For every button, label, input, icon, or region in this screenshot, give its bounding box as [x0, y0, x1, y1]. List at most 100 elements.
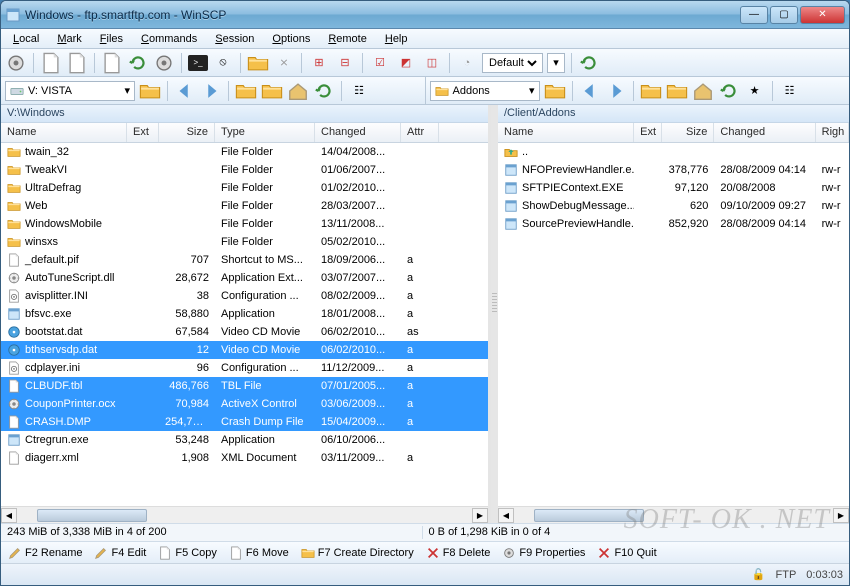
remote-drive-combo[interactable]: Addons ▾: [430, 81, 540, 101]
minimize-button[interactable]: —: [740, 6, 768, 24]
list-item[interactable]: CLBUDF.tbl486,766TBL File07/01/2005...a: [1, 377, 488, 395]
remote-back-icon[interactable]: [579, 80, 601, 102]
menu-files[interactable]: Files: [92, 31, 131, 47]
column-header-rights[interactable]: Righ: [816, 123, 849, 142]
titlebar[interactable]: Windows - ftp.smartftp.com - WinSCP — ▢ …: [1, 1, 849, 29]
list-item[interactable]: twain_32File Folder14/04/2008...: [1, 143, 488, 161]
remote-list-header[interactable]: NameExtSizeChangedRigh: [498, 123, 849, 143]
filter-icon[interactable]: ◔: [456, 52, 478, 74]
select-minus-icon[interactable]: ⊟: [334, 52, 356, 74]
pane-splitter[interactable]: [491, 105, 498, 523]
maximize-button[interactable]: ▢: [770, 6, 798, 24]
remote-refresh-icon[interactable]: [718, 80, 740, 102]
menu-remote[interactable]: Remote: [320, 31, 375, 47]
scroll-left-icon[interactable]: ◀: [498, 508, 514, 523]
remote-parent-icon[interactable]: [640, 80, 662, 102]
list-item[interactable]: WindowsMobileFile Folder13/11/2008...: [1, 215, 488, 233]
fn-create-directory[interactable]: F7 Create Directory: [298, 545, 417, 561]
menu-session[interactable]: Session: [207, 31, 262, 47]
local-drive-combo[interactable]: V: VISTA ▾: [5, 81, 135, 101]
remote-tree-icon[interactable]: ☷: [779, 80, 801, 102]
menu-commands[interactable]: Commands: [133, 31, 205, 47]
scroll-left-icon[interactable]: ◀: [1, 508, 17, 523]
local-parent-icon[interactable]: [235, 80, 257, 102]
column-header-type[interactable]: Type: [215, 123, 315, 142]
menu-local[interactable]: Local: [5, 31, 47, 47]
list-item[interactable]: CouponPrinter.ocx70,984ActiveX Control03…: [1, 395, 488, 413]
menu-options[interactable]: Options: [264, 31, 318, 47]
column-header-ext[interactable]: Ext: [634, 123, 662, 142]
terminal-icon[interactable]: >_: [188, 55, 208, 71]
column-header-name[interactable]: Name: [1, 123, 127, 142]
local-open-folder-icon[interactable]: [139, 80, 161, 102]
local-root-icon[interactable]: [261, 80, 283, 102]
fn-properties[interactable]: F9 Properties: [499, 545, 588, 561]
column-header-size[interactable]: Size: [662, 123, 715, 142]
sync-browse-icon[interactable]: [40, 52, 62, 74]
list-item[interactable]: avisplitter.INI38Configuration ...08/02/…: [1, 287, 488, 305]
column-header-size[interactable]: Size: [159, 123, 215, 142]
preferences-icon[interactable]: [153, 52, 175, 74]
local-list-header[interactable]: NameExtSizeTypeChangedAttr: [1, 123, 488, 143]
fn-quit[interactable]: F10 Quit: [594, 545, 659, 561]
list-item[interactable]: AutoTuneScript.dll28,672Application Ext.…: [1, 269, 488, 287]
list-item[interactable]: NFOPreviewHandler.e...378,77628/08/2009 …: [498, 161, 849, 179]
select-plus-icon[interactable]: ⊞: [308, 52, 330, 74]
queue-icon[interactable]: [101, 52, 123, 74]
remote-hscrollbar[interactable]: ◀ ▶: [498, 506, 849, 523]
list-item[interactable]: diagerr.xml1,908XML Document03/11/2009..…: [1, 449, 488, 467]
scroll-right-icon[interactable]: ▶: [833, 508, 849, 523]
column-header-attr[interactable]: Attr: [401, 123, 439, 142]
stop-icon[interactable]: ⦸: [212, 52, 234, 74]
compare-icon[interactable]: [578, 52, 600, 74]
list-item[interactable]: SourcePreviewHandle...852,92028/08/2009 …: [498, 215, 849, 233]
list-item[interactable]: CRASH.DMP254,721,2...Crash Dump File15/0…: [1, 413, 488, 431]
local-hscrollbar[interactable]: ◀ ▶: [1, 506, 488, 523]
fn-copy[interactable]: F5 Copy: [155, 545, 220, 561]
close-session-icon[interactable]: ⨯: [273, 52, 295, 74]
sync-remote-icon[interactable]: [66, 52, 88, 74]
close-button[interactable]: ✕: [800, 6, 845, 24]
transfer-settings-dropdown[interactable]: ▾: [547, 53, 565, 73]
fn-edit[interactable]: F4 Edit: [91, 545, 149, 561]
column-header-changed[interactable]: Changed: [315, 123, 401, 142]
list-item[interactable]: bthservsdp.dat12Video CD Movie06/02/2010…: [1, 341, 488, 359]
scroll-thumb[interactable]: [37, 509, 147, 522]
select-invert-icon[interactable]: ◩: [395, 52, 417, 74]
scroll-thumb[interactable]: [534, 509, 644, 522]
local-refresh-icon[interactable]: [313, 80, 335, 102]
fn-delete[interactable]: F8 Delete: [423, 545, 494, 561]
list-item[interactable]: UltraDefragFile Folder01/02/2010...: [1, 179, 488, 197]
remote-open-folder-icon[interactable]: [544, 80, 566, 102]
column-header-name[interactable]: Name: [498, 123, 634, 142]
list-item[interactable]: bfsvc.exe58,880Application18/01/2008...a: [1, 305, 488, 323]
local-list[interactable]: twain_32File Folder14/04/2008...TweakVIF…: [1, 143, 488, 506]
remote-bookmark-icon[interactable]: ★: [744, 80, 766, 102]
list-item[interactable]: winsxsFile Folder05/02/2010...: [1, 233, 488, 251]
menu-help[interactable]: Help: [377, 31, 416, 47]
menu-mark[interactable]: Mark: [49, 31, 89, 47]
select-check-icon[interactable]: ☑: [369, 52, 391, 74]
list-item[interactable]: SFTPIEContext.EXE97,12020/08/2008rw-r: [498, 179, 849, 197]
local-back-icon[interactable]: [174, 80, 196, 102]
list-item[interactable]: cdplayer.ini96Configuration ...11/12/200…: [1, 359, 488, 377]
scroll-right-icon[interactable]: ▶: [472, 508, 488, 523]
list-item[interactable]: _default.pif707Shortcut to MS...18/09/20…: [1, 251, 488, 269]
remote-list[interactable]: ..NFOPreviewHandler.e...378,77628/08/200…: [498, 143, 849, 506]
remote-forward-icon[interactable]: [605, 80, 627, 102]
gear-icon[interactable]: [5, 52, 27, 74]
remote-root-icon[interactable]: [666, 80, 688, 102]
transfer-icon[interactable]: [127, 52, 149, 74]
column-header-changed[interactable]: Changed: [714, 123, 815, 142]
fn-move[interactable]: F6 Move: [226, 545, 292, 561]
list-item[interactable]: ..: [498, 143, 849, 161]
local-forward-icon[interactable]: [200, 80, 222, 102]
remote-home-icon[interactable]: [692, 80, 714, 102]
local-home-icon[interactable]: [287, 80, 309, 102]
list-item[interactable]: ShowDebugMessage....62009/10/2009 09:27r…: [498, 197, 849, 215]
transfer-settings-combo[interactable]: Default: [482, 53, 543, 73]
list-item[interactable]: WebFile Folder28/03/2007...: [1, 197, 488, 215]
list-item[interactable]: Ctregrun.exe53,248Application06/10/2006.…: [1, 431, 488, 449]
select-clear-icon[interactable]: ◫: [421, 52, 443, 74]
column-header-ext[interactable]: Ext: [127, 123, 159, 142]
